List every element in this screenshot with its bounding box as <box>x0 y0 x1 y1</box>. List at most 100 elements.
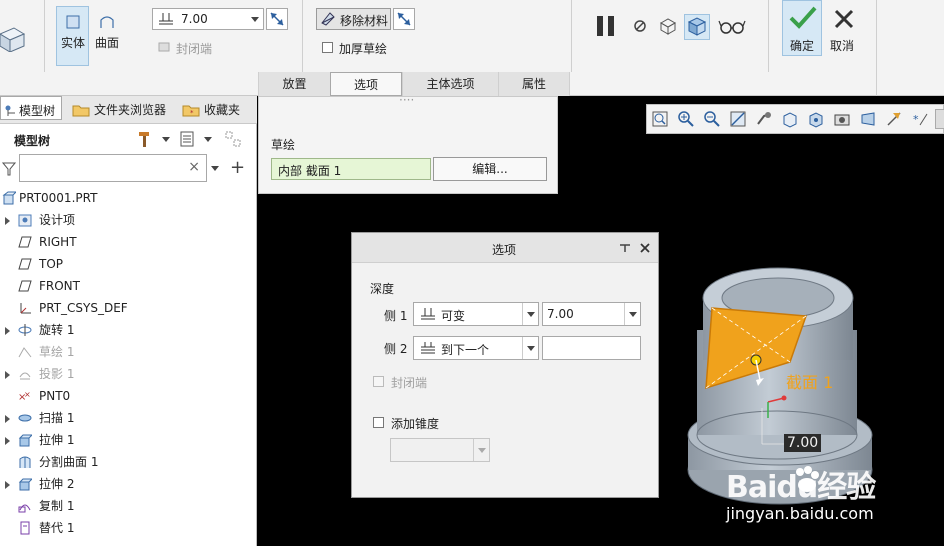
tree-tools-button[interactable] <box>136 130 172 148</box>
side1-depth-type-select[interactable]: 可变 <box>413 302 539 326</box>
thicken-sketch-checkbox[interactable] <box>322 42 333 53</box>
cap-ends-checkbox[interactable] <box>373 376 384 387</box>
surface-icon <box>100 16 114 28</box>
depth-value-combo[interactable]: 7.00 <box>152 8 264 30</box>
base-top <box>687 404 873 466</box>
tab-favorites[interactable]: * 收藏夹 <box>178 96 257 124</box>
tree-columns-button[interactable] <box>224 130 246 148</box>
feature-preview-icon <box>687 17 707 36</box>
no-preview-button[interactable] <box>630 16 650 36</box>
projection-icon <box>19 372 31 380</box>
expand-arrow-icon[interactable] <box>5 481 10 489</box>
pin-icon[interactable] <box>618 241 632 255</box>
tab-folder-browser[interactable]: 文件夹浏览器 <box>66 96 174 124</box>
tree-item[interactable]: TOP <box>0 253 257 275</box>
tab-model-tree[interactable]: 模型树 <box>0 96 62 120</box>
tree-item[interactable]: 草绘 1 <box>0 341 257 363</box>
ribbon-separator <box>44 0 45 72</box>
sketch-section-field[interactable]: 内部 截面 1 <box>271 158 431 180</box>
tree-item[interactable]: PRT_CSYS_DEF <box>0 297 257 319</box>
model-tree-header: 模型树 <box>14 134 51 148</box>
view-manager-icon[interactable] <box>807 110 825 128</box>
tab-placement[interactable]: 放置 <box>258 72 330 96</box>
revolve-icon <box>18 324 32 336</box>
chevron-down-icon[interactable] <box>211 166 219 171</box>
expand-arrow-icon[interactable] <box>5 217 10 225</box>
close-icon[interactable] <box>639 242 651 254</box>
perspective-icon[interactable] <box>859 110 877 128</box>
cancel-button[interactable]: 取消 <box>824 0 864 56</box>
pause-icon <box>597 16 614 36</box>
tree-item[interactable]: 设计项 <box>0 209 257 231</box>
extrude-icon <box>18 478 32 491</box>
surface-button[interactable]: 曲面 <box>90 6 123 66</box>
folder-icon <box>72 105 90 117</box>
upper-rim-inner <box>721 277 835 319</box>
repaint-icon[interactable] <box>729 110 747 128</box>
tree-item[interactable]: 分割曲面 1 <box>0 451 257 473</box>
tree-item[interactable]: 旋转 1 <box>0 319 257 341</box>
expand-arrow-icon[interactable] <box>5 327 10 335</box>
tab-body-options[interactable]: 主体选项 <box>402 72 498 96</box>
tree-item-label: 设计项 <box>39 213 76 227</box>
more-tools-icon[interactable] <box>935 109 944 129</box>
tree-item[interactable]: 拉伸 2 <box>0 473 257 495</box>
solid-label: 实体 <box>61 36 86 50</box>
side2-type-value: 到下一个 <box>441 343 490 357</box>
add-taper-checkbox[interactable] <box>373 417 384 428</box>
side2-depth-type-select[interactable]: 到下一个 <box>413 336 539 360</box>
columns-icon <box>225 131 241 147</box>
cap-ends-label: 封闭端 <box>176 42 213 56</box>
verify-mode-button[interactable] <box>716 14 748 38</box>
list-settings-icon <box>180 131 194 147</box>
graphics-toolbar: * <box>646 104 944 134</box>
geometry-preview-button[interactable] <box>656 14 680 38</box>
side1-depth-value-combo[interactable]: 7.00 <box>542 302 641 326</box>
tab-properties[interactable]: 属性 <box>498 72 570 96</box>
tree-item[interactable]: 拉伸 1 <box>0 429 257 451</box>
dialog-titlebar[interactable]: 选项 <box>352 233 658 263</box>
edit-sketch-button[interactable]: 编辑... <box>433 157 547 181</box>
zoom-in-icon[interactable] <box>677 110 695 128</box>
tree-settings-button[interactable] <box>178 130 214 148</box>
tree-item[interactable]: 扫描 1 <box>0 407 257 429</box>
display-style-icon[interactable] <box>755 110 773 128</box>
annotation-display-icon[interactable]: * <box>911 110 929 128</box>
expand-arrow-icon[interactable] <box>5 371 10 379</box>
feature-preview-button[interactable] <box>684 14 710 40</box>
ok-button[interactable]: 确定 <box>782 0 822 56</box>
filter-icon[interactable] <box>2 162 16 176</box>
datum-display-icon[interactable] <box>885 110 903 128</box>
pause-button[interactable] <box>592 12 620 40</box>
camera-icon[interactable] <box>833 110 851 128</box>
taper-angle-combo[interactable] <box>390 438 490 462</box>
clear-icon[interactable]: × <box>188 159 200 175</box>
expand-arrow-icon[interactable] <box>5 415 10 423</box>
remove-material-button[interactable]: 移除材料 <box>316 8 391 30</box>
tree-item[interactable]: PRT0001.PRT <box>0 187 257 209</box>
ribbon-separator <box>302 0 303 72</box>
panel-grip[interactable]: ···· <box>399 93 414 107</box>
tree-item[interactable]: × × PNT0 <box>0 385 257 407</box>
tab-options[interactable]: 选项 <box>330 72 402 96</box>
add-filter-icon[interactable]: + <box>230 157 245 178</box>
tree-item[interactable]: 复制 1 <box>0 495 257 517</box>
tree-item[interactable]: FRONT <box>0 275 257 297</box>
solid-button[interactable]: 实体 <box>56 6 89 66</box>
tree-search-input[interactable]: × <box>19 154 207 182</box>
saved-orientations-icon[interactable] <box>781 110 799 128</box>
remove-flip-button[interactable] <box>393 8 415 30</box>
refit-icon[interactable] <box>651 110 669 128</box>
side2-depth-value-field[interactable] <box>542 336 641 360</box>
side1-label: 侧 1 <box>384 309 408 323</box>
expand-arrow-icon[interactable] <box>5 437 10 445</box>
tree-item[interactable]: 替代 1 <box>0 517 257 539</box>
geometry-preview-icon <box>659 18 677 35</box>
flip-direction-button[interactable] <box>266 8 288 30</box>
zoom-out-icon[interactable] <box>703 110 721 128</box>
depth-dimension-label[interactable]: 7.00 <box>784 434 822 452</box>
tree-item[interactable]: RIGHT <box>0 231 257 253</box>
tree-item[interactable]: 投影 1 <box>0 363 257 385</box>
datum-plane-icon <box>18 236 32 248</box>
part-cube-icon[interactable] <box>0 22 26 53</box>
